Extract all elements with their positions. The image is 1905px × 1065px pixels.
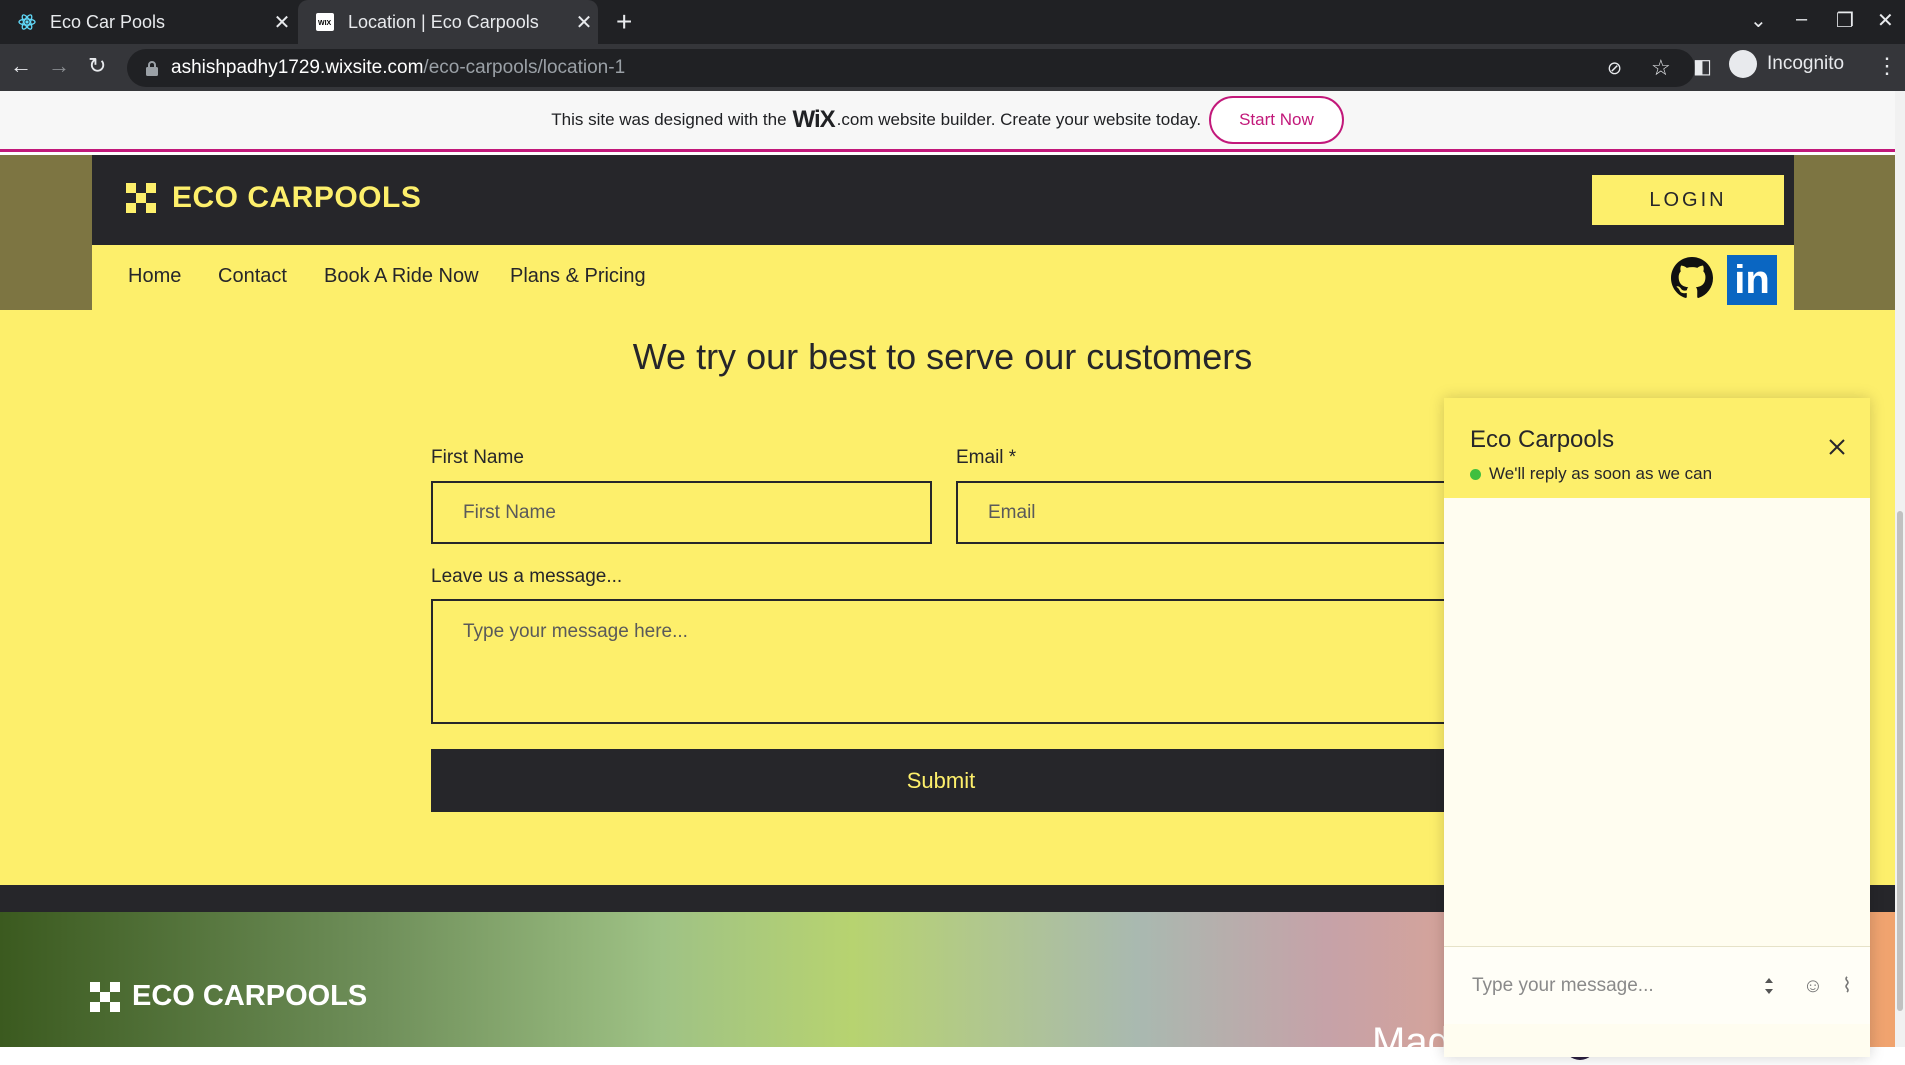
tab-eco-car-pools[interactable]: Eco Car Pools ✕ (0, 0, 296, 44)
site-brand-name: ECO CARPOOLS (172, 181, 422, 214)
site-header: ECO CARPOOLS LOGIN (92, 155, 1794, 245)
first-name-placeholder: First Name (463, 501, 556, 523)
tab-location[interactable]: WIX Location | Eco Carpools ✕ (298, 0, 598, 44)
site-logo[interactable]: ECO CARPOOLS (126, 181, 421, 215)
url-text: ashishpadhy1729.wixsite.com/eco-carpools… (171, 57, 626, 78)
hero-heading: We try our best to serve our customers (632, 336, 1253, 377)
restore-icon[interactable]: ❐ (1836, 8, 1854, 33)
first-name-input[interactable]: First Name (431, 481, 932, 544)
wix-banner-text-after: .com website builder. Create your websit… (836, 110, 1202, 129)
checker-logo-icon (126, 183, 156, 213)
chat-widget: Eco Carpools We'll reply as soon as we c… (1444, 398, 1870, 1057)
reload-icon[interactable]: ↻ (88, 53, 106, 79)
tab-search-icon[interactable]: ⌄ (1750, 8, 1767, 33)
incognito-icon (1729, 50, 1757, 78)
address-bar[interactable]: ashishpadhy1729.wixsite.com/eco-carpools… (127, 49, 1695, 87)
start-now-button[interactable]: Start Now (1209, 96, 1344, 144)
first-name-label: First Name (431, 447, 524, 468)
email-label: Email * (956, 447, 1017, 468)
incognito-indicator[interactable]: Incognito (1729, 50, 1844, 78)
attachment-icon[interactable]: ⌇ (1836, 975, 1858, 997)
scrollbar-thumb[interactable] (1897, 511, 1903, 1011)
close-window-icon[interactable]: ✕ (1877, 8, 1894, 33)
message-label: Leave us a message... (431, 566, 623, 587)
nav-contact[interactable]: Contact (218, 265, 287, 288)
chat-input-row: Type your message... ☺ ⌇ (1444, 946, 1870, 1024)
stepper-icon[interactable] (1762, 974, 1776, 998)
browser-toolbar: ← → ↻ ashishpadhy1729.wixsite.com/eco-ca… (0, 44, 1905, 91)
svg-text:WIX: WIX (318, 20, 332, 27)
new-tab-icon[interactable]: + (616, 6, 632, 38)
wix-favicon-icon: WIX (316, 13, 334, 31)
browser-menu-icon[interactable]: ⋮ (1876, 53, 1898, 79)
footer-logo[interactable]: ECO CARPOOLS (90, 980, 367, 1013)
emoji-icon[interactable]: ☺ (1802, 975, 1824, 997)
submit-button[interactable]: Submit (431, 749, 1451, 812)
online-dot-icon (1470, 468, 1481, 480)
close-tab-icon[interactable]: ✕ (268, 10, 296, 35)
close-icon[interactable] (1826, 436, 1848, 458)
tab-title: Location | Eco Carpools (348, 11, 539, 32)
incognito-label: Incognito (1767, 53, 1845, 74)
linkedin-icon[interactable]: in (1727, 255, 1777, 305)
wix-logo: WiX (792, 106, 836, 133)
github-icon[interactable] (1671, 257, 1713, 299)
chat-title: Eco Carpools (1470, 426, 1615, 453)
bookmark-star-icon[interactable]: ☆ (1651, 55, 1671, 81)
message-textarea[interactable]: Type your message here... (431, 599, 1451, 724)
chat-message-input[interactable]: Type your message... (1472, 975, 1762, 997)
forward-icon[interactable]: → (48, 53, 70, 79)
tab-title: Eco Car Pools (50, 11, 166, 32)
login-button[interactable]: LOGIN (1592, 175, 1784, 225)
message-placeholder: Type your message here... (463, 621, 688, 642)
header-side-band-right (1794, 155, 1895, 310)
back-icon[interactable]: ← (10, 53, 32, 79)
minimize-icon[interactable]: – (1796, 8, 1807, 31)
side-panel-icon[interactable]: ◧ (1693, 54, 1712, 79)
lock-icon (146, 61, 158, 76)
close-tab-icon[interactable]: ✕ (570, 10, 598, 35)
nav-home[interactable]: Home (128, 265, 181, 288)
checker-logo-icon (90, 981, 120, 1012)
email-placeholder: Email (988, 501, 1036, 523)
chat-status: We'll reply as soon as we can (1470, 464, 1712, 484)
eye-off-icon[interactable]: ⊘ (1607, 58, 1622, 79)
nav-plans-pricing[interactable]: Plans & Pricing (510, 265, 646, 288)
footer-brand-name: ECO CARPOOLS (132, 980, 368, 1012)
nav-book-a-ride[interactable]: Book A Ride Now (324, 265, 479, 288)
browser-tab-bar: Eco Car Pools ✕ WIX Location | Eco Carpo… (0, 0, 1905, 44)
chat-header: Eco Carpools We'll reply as soon as we c… (1444, 398, 1870, 498)
header-side-band-left (0, 155, 92, 310)
chat-status-text: We'll reply as soon as we can (1489, 464, 1713, 483)
react-icon (18, 13, 36, 31)
wix-banner: This site was designed with the WiX .com… (0, 91, 1895, 152)
page-scrollbar[interactable] (1895, 91, 1905, 1047)
email-input[interactable]: Email (956, 481, 1451, 544)
wix-banner-text: This site was designed with the (551, 110, 787, 129)
site-nav: Home Contact Book A Ride Now Plans & Pri… (92, 245, 1794, 310)
